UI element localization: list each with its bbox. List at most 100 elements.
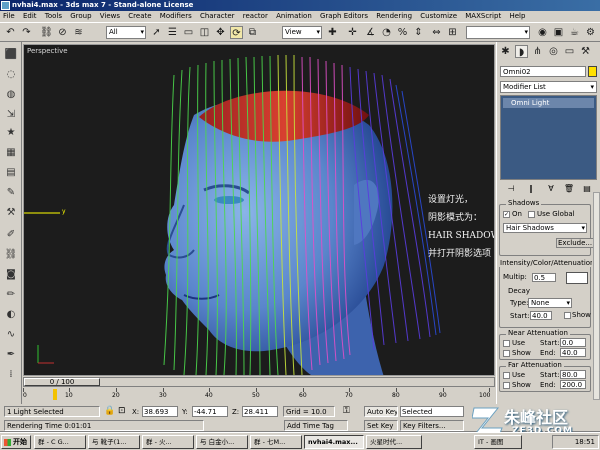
- use-global-checkbox[interactable]: [528, 211, 535, 218]
- perspective-viewport[interactable]: y Perspective 设置灯光， 阴影模式为： HAIR SHADOWS …: [23, 44, 495, 376]
- display-tab-icon[interactable]: ▭: [563, 45, 576, 58]
- shadow-type-dropdown[interactable]: Hair Shadows: [503, 223, 587, 233]
- taskbar-item[interactable]: 火星时代...: [366, 435, 422, 449]
- tool-star-icon[interactable]: ★: [4, 126, 18, 140]
- object-color-swatch[interactable]: [588, 66, 597, 77]
- bind-space-warp-icon[interactable]: ≋: [72, 26, 85, 39]
- key-filters-button[interactable]: Key Filters...: [400, 420, 464, 431]
- redo-icon[interactable]: ↷: [20, 26, 33, 39]
- tool-grid-icon[interactable]: ▦: [4, 146, 18, 160]
- lock-selection-icon[interactable]: 🔒: [104, 406, 115, 416]
- motion-tab-icon[interactable]: ◎: [547, 45, 560, 58]
- x-coord-field[interactable]: 38.693: [142, 406, 178, 417]
- viewport-label[interactable]: Perspective: [27, 47, 68, 55]
- menu-animation[interactable]: Animation: [273, 12, 315, 20]
- make-unique-icon[interactable]: ∀: [544, 183, 558, 195]
- taskbar-item[interactable]: IT - 画图: [474, 435, 522, 449]
- material-editor-icon[interactable]: ◉: [536, 26, 549, 39]
- pin-stack-icon[interactable]: ⊣: [504, 183, 518, 195]
- menu-group[interactable]: Group: [67, 12, 94, 20]
- quick-render-icon[interactable]: ☕: [568, 26, 581, 39]
- add-time-tag-button[interactable]: Add Time Tag: [284, 420, 348, 431]
- pivot-center-icon[interactable]: ✚: [326, 26, 339, 39]
- shadows-rollout-title[interactable]: Shadows: [506, 199, 542, 207]
- menu-customize[interactable]: Customize: [417, 12, 460, 20]
- set-key-button[interactable]: Set Key: [364, 420, 398, 431]
- snap-toggle-icon[interactable]: ∡: [364, 26, 377, 39]
- tool-wrench-icon[interactable]: ⚒: [4, 206, 18, 220]
- named-selection-dropdown[interactable]: [466, 26, 530, 39]
- absolute-mode-icon[interactable]: ⊡: [118, 406, 126, 416]
- select-rotate-icon[interactable]: ⟳: [230, 26, 243, 39]
- track-bar[interactable]: 0 10 20 30 40 50 60 70 80 90 100: [23, 388, 495, 402]
- time-slider-thumb[interactable]: 0 / 100: [24, 378, 100, 386]
- command-panel-scrollbar[interactable]: [593, 192, 600, 400]
- key-filter-dropdown[interactable]: Selected: [400, 406, 464, 417]
- tool-brush-icon[interactable]: ✎: [4, 186, 18, 200]
- percent-snap-icon[interactable]: %: [396, 26, 409, 39]
- near-use-checkbox[interactable]: [503, 340, 510, 347]
- near-end-field[interactable]: 40.0: [560, 348, 586, 357]
- far-show-checkbox[interactable]: [503, 382, 510, 389]
- taskbar-item-active[interactable]: nvhai4.max...: [304, 435, 364, 449]
- start-button[interactable]: 开始: [1, 435, 31, 449]
- taskbar-item[interactable]: 群 - 七M...: [250, 435, 302, 449]
- far-use-checkbox[interactable]: [503, 372, 510, 379]
- menu-views[interactable]: Views: [97, 12, 123, 20]
- tool-curve-icon[interactable]: ∿: [4, 328, 18, 342]
- angle-snap-icon[interactable]: ◔: [380, 26, 393, 39]
- tool-scale-icon[interactable]: ⇲: [4, 108, 18, 122]
- decay-start-field[interactable]: 40.0: [530, 311, 552, 320]
- near-show-checkbox[interactable]: [503, 350, 510, 357]
- object-name-field[interactable]: Omni02: [500, 66, 586, 77]
- align-icon[interactable]: ⊞: [446, 26, 459, 39]
- exclude-button[interactable]: Exclude...: [556, 238, 595, 248]
- modifier-stack[interactable]: Omni Light: [500, 95, 597, 180]
- decay-show-checkbox[interactable]: [564, 312, 571, 319]
- unlink-icon[interactable]: ⊘: [56, 26, 69, 39]
- menu-create[interactable]: Create: [125, 12, 154, 20]
- menu-maxscript[interactable]: MAXScript: [462, 12, 504, 20]
- rectangle-select-icon[interactable]: ▭: [182, 26, 195, 39]
- tool-box-icon[interactable]: ⬛: [4, 48, 18, 62]
- tool-cylinder-icon[interactable]: ▤: [4, 166, 18, 180]
- far-end-field[interactable]: 200.0: [560, 380, 586, 389]
- tool-sphere-icon[interactable]: ◐: [4, 308, 18, 322]
- render-scene-icon[interactable]: ▣: [552, 26, 565, 39]
- modifier-list-dropdown[interactable]: Modifier List: [500, 81, 597, 93]
- key-mode-icon[interactable]: ⚿: [343, 406, 350, 416]
- link-icon[interactable]: ⛓: [40, 26, 53, 39]
- tool-paint-icon[interactable]: ✐: [4, 228, 18, 242]
- hierarchy-tab-icon[interactable]: ⋔: [531, 45, 544, 58]
- menu-character[interactable]: Character: [197, 12, 238, 20]
- remove-modifier-icon[interactable]: 🗑: [562, 183, 576, 195]
- menu-rendering[interactable]: Rendering: [373, 12, 415, 20]
- clock[interactable]: 18:51: [575, 438, 595, 446]
- tool-orbit-icon[interactable]: ◍: [4, 88, 18, 102]
- create-tab-icon[interactable]: ✱: [499, 45, 512, 58]
- intensity-rollout-title[interactable]: Intensity/Color/Attenuation: [498, 259, 592, 267]
- z-coord-field[interactable]: 28.411: [242, 406, 278, 417]
- tool-chain-icon[interactable]: ⛓: [4, 248, 18, 262]
- tool-camera-icon[interactable]: ◙: [4, 268, 18, 282]
- modify-tab-icon[interactable]: ◗: [515, 45, 528, 58]
- far-start-field[interactable]: 80.0: [560, 370, 586, 379]
- selection-filter-dropdown[interactable]: All: [106, 26, 146, 39]
- tool-lasso-icon[interactable]: ◌: [4, 68, 18, 82]
- utilities-tab-icon[interactable]: ⚒: [579, 45, 592, 58]
- select-scale-icon[interactable]: ⧉: [246, 26, 259, 39]
- tool-pencil-icon[interactable]: ✏: [4, 288, 18, 302]
- select-by-name-icon[interactable]: ☰: [166, 26, 179, 39]
- menu-modifiers[interactable]: Modifiers: [157, 12, 195, 20]
- menu-help[interactable]: Help: [506, 12, 528, 20]
- select-move-icon[interactable]: ✥: [214, 26, 227, 39]
- menu-graph-editors[interactable]: Graph Editors: [317, 12, 371, 20]
- multiplier-field[interactable]: 0.5: [532, 273, 556, 282]
- taskbar-item[interactable]: 群 - 火...: [142, 435, 194, 449]
- tool-dots-icon[interactable]: ⁞: [4, 368, 18, 382]
- window-crossing-icon[interactable]: ◫: [198, 26, 211, 39]
- menu-file[interactable]: File: [0, 12, 18, 20]
- reference-coord-dropdown[interactable]: View: [282, 26, 322, 39]
- configure-sets-icon[interactable]: ▤: [580, 183, 594, 195]
- spinner-snap-icon[interactable]: ⇕: [412, 26, 425, 39]
